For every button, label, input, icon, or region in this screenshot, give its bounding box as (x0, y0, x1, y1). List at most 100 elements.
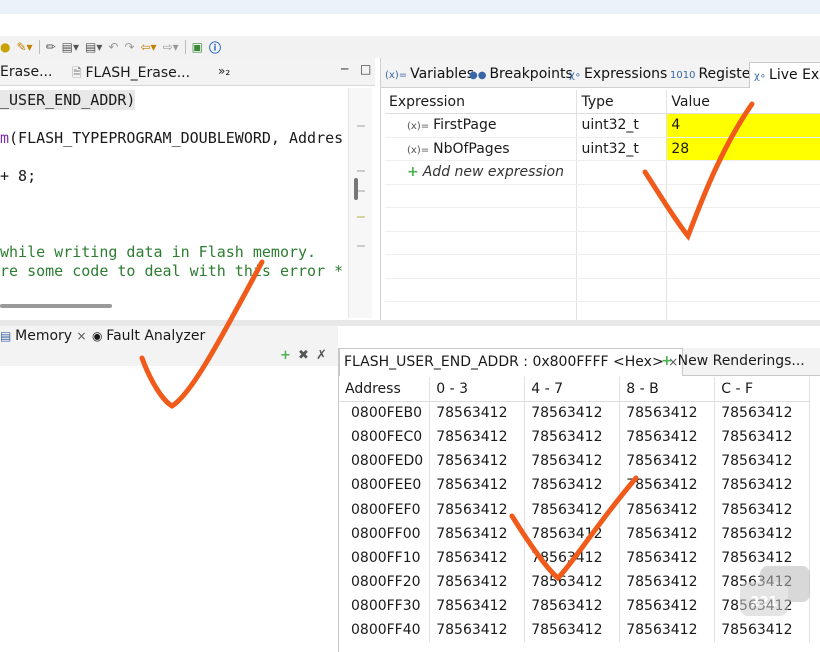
hex-value-cell[interactable]: 78563412 (524, 401, 621, 426)
hex-value-cell[interactable]: 78563412 (524, 473, 621, 498)
hex-value-cell[interactable]: 78563412 (714, 425, 811, 450)
hex-value-cell[interactable]: 78563412 (619, 497, 716, 522)
tab-label: Memory (15, 328, 73, 344)
debug-icon[interactable]: ● (0, 40, 10, 54)
nav-back-icon[interactable]: ⇦▾ (141, 40, 157, 54)
breakpoints-icon: ●● (469, 70, 487, 81)
tab-memory-rendering[interactable]: FLASH_USER_END_ADDR : 0x800FFFF <Hex> × (339, 348, 684, 376)
hex-value-cell[interactable]: 78563412 (714, 521, 811, 546)
hex-value-cell[interactable]: 78563412 (619, 449, 716, 474)
table-row[interactable]: 0800FF00 78563412 78563412 78563412 78563412 (339, 521, 811, 546)
info-icon[interactable]: ⓘ (209, 39, 221, 56)
empty-cell (666, 254, 820, 279)
hex-value-cell[interactable]: 78563412 (429, 593, 526, 618)
expression-cell[interactable]: (x)= FirstPage (385, 113, 578, 138)
minimize-icon[interactable]: ─ (341, 62, 348, 76)
remove-monitor-icon[interactable]: ✖ (298, 348, 309, 363)
tab-live-expressions[interactable]: χ∘Live Exp (749, 62, 820, 88)
hex-value-cell[interactable]: 78563412 (429, 569, 526, 594)
table-row[interactable]: (x)= FirstPage uint32_t 4 (385, 113, 820, 138)
back-icon[interactable]: ↶ (108, 40, 118, 54)
variable-icon: (x)= (407, 144, 430, 156)
address-cell: 0800FED0 (339, 449, 431, 474)
hex-value-cell[interactable]: 78563412 (429, 521, 526, 546)
hex-value-cell[interactable]: 78563412 (524, 521, 621, 546)
code-line: m(FLASH_TYPEPROGRAM_DOUBLEWORD, Addres (0, 128, 343, 148)
tab-fault-analyzer[interactable]: ◉ Fault Analyzer (92, 328, 205, 344)
editor-tab[interactable]: Erase... (0, 64, 52, 80)
tab-expressions[interactable]: χ∘ Expressions (569, 66, 667, 82)
code-token: m (0, 129, 10, 147)
value-cell[interactable]: 28 (666, 137, 820, 161)
hex-value-cell[interactable]: 78563412 (524, 569, 621, 594)
hex-value-cell[interactable]: 78563412 (524, 425, 621, 450)
forward-icon[interactable]: ↷ (124, 40, 134, 54)
code-area[interactable]: _USER_END_ADDR) m(FLASH_TYPEPROGRAM_DOUB… (0, 88, 348, 303)
tab-variables[interactable]: (x)= Variables (385, 66, 474, 82)
hex-value-cell[interactable]: 78563412 (524, 497, 621, 522)
column-header-expression[interactable]: Expression (385, 90, 578, 114)
overview-ruler[interactable] (348, 88, 372, 318)
svg-text:221: 221 (750, 595, 777, 610)
hex-value-cell[interactable]: 78563412 (429, 401, 526, 426)
table-row[interactable]: + Add new expression (385, 160, 820, 185)
hex-value-cell[interactable]: 78563412 (524, 617, 621, 643)
hex-value-cell[interactable]: 78563412 (714, 497, 811, 522)
hex-value-cell[interactable]: 78563412 (619, 593, 716, 618)
hex-value-cell[interactable]: 78563412 (714, 473, 811, 498)
table-row[interactable]: 0800FEB0 78563412 78563412 78563412 78563412 (339, 401, 811, 426)
hex-value-cell[interactable]: 78563412 (619, 425, 716, 450)
hex-value-cell[interactable]: 78563412 (714, 449, 811, 474)
value-cell[interactable]: 4 (666, 113, 820, 138)
annotation-icon[interactable]: ▤▾ (62, 40, 79, 54)
column-header-value[interactable]: Value (666, 90, 820, 114)
add-expression-cell[interactable]: + Add new expression (385, 160, 578, 185)
hex-value-cell[interactable]: 78563412 (619, 569, 716, 594)
hex-value-cell[interactable]: 78563412 (524, 545, 621, 570)
hex-value-cell[interactable]: 78563412 (714, 401, 811, 426)
external-tools-icon[interactable]: ✎▾ (16, 40, 32, 54)
empty-cell (385, 278, 578, 302)
nav-forward-icon[interactable]: ⇨▾ (163, 40, 179, 54)
new-renderings-tab[interactable]: + New Renderings... (657, 348, 809, 376)
open-perspective-icon[interactable]: ▣ (192, 40, 203, 54)
more-tabs-button[interactable]: »₂ (218, 64, 230, 78)
table-row[interactable]: 0800FED0 78563412 78563412 78563412 78563412 (339, 449, 811, 474)
maximize-icon[interactable]: □ (360, 62, 371, 76)
hex-value-cell[interactable]: 78563412 (429, 473, 526, 498)
hex-value-cell[interactable]: 78563412 (429, 545, 526, 570)
main-toolbar: ● ✎▾ ✏ ▤▾ ▤▾ ↶ ↷ ⇦▾ ⇨▾ ▣ ⓘ (0, 36, 820, 58)
hex-value-cell[interactable]: 78563412 (524, 593, 621, 618)
hex-value-cell[interactable]: 78563412 (429, 617, 526, 643)
tab-breakpoints[interactable]: ●● Breakpoints (469, 66, 573, 82)
address-cell: 0800FF10 (339, 545, 431, 570)
table-row[interactable]: 0800FEF0 78563412 78563412 78563412 78563412 (339, 497, 811, 522)
edit-icon[interactable]: ✏ (46, 40, 56, 54)
debug-views-panel: (x)= Variables ●● Breakpoints χ∘ Expression… (380, 58, 820, 326)
hex-value-cell[interactable]: 78563412 (429, 497, 526, 522)
hex-value-cell[interactable]: 78563412 (429, 425, 526, 450)
expression-cell[interactable]: (x)= NbOfPages (385, 137, 578, 161)
remove-all-icon[interactable]: ✗ (316, 348, 327, 363)
next-annotation-icon[interactable]: ▤▾ (85, 40, 102, 54)
column-header-type[interactable]: Type (576, 90, 668, 114)
table-row[interactable]: 0800FEC0 78563412 78563412 78563412 78563412 (339, 425, 811, 450)
hex-value-cell[interactable]: 78563412 (524, 449, 621, 474)
hex-value-cell[interactable]: 78563412 (619, 473, 716, 498)
column-header-address: Address (339, 377, 431, 402)
memory-monitors-list[interactable] (0, 366, 338, 652)
close-icon[interactable]: × (77, 329, 87, 343)
hex-value-cell[interactable]: 78563412 (619, 401, 716, 426)
table-row[interactable]: 0800FEE0 78563412 78563412 78563412 78563412 (339, 473, 811, 498)
add-monitor-icon[interactable]: + (280, 348, 291, 363)
hex-value-cell[interactable]: 78563412 (619, 545, 716, 570)
tab-memory[interactable]: ▤ Memory × (0, 328, 87, 344)
editor-tab[interactable]: 🗎 FLASH_Erase... (72, 64, 190, 85)
table-row[interactable]: (x)= NbOfPages uint32_t 28 (385, 137, 820, 161)
hex-value-cell[interactable]: 78563412 (429, 449, 526, 474)
hex-value-cell[interactable]: 78563412 (619, 617, 716, 643)
hex-value-cell[interactable]: 78563412 (619, 521, 716, 546)
address-cell: 0800FF40 (339, 617, 431, 643)
horizontal-scrollbar[interactable] (0, 304, 112, 308)
vertical-scrollbar[interactable] (354, 178, 358, 200)
